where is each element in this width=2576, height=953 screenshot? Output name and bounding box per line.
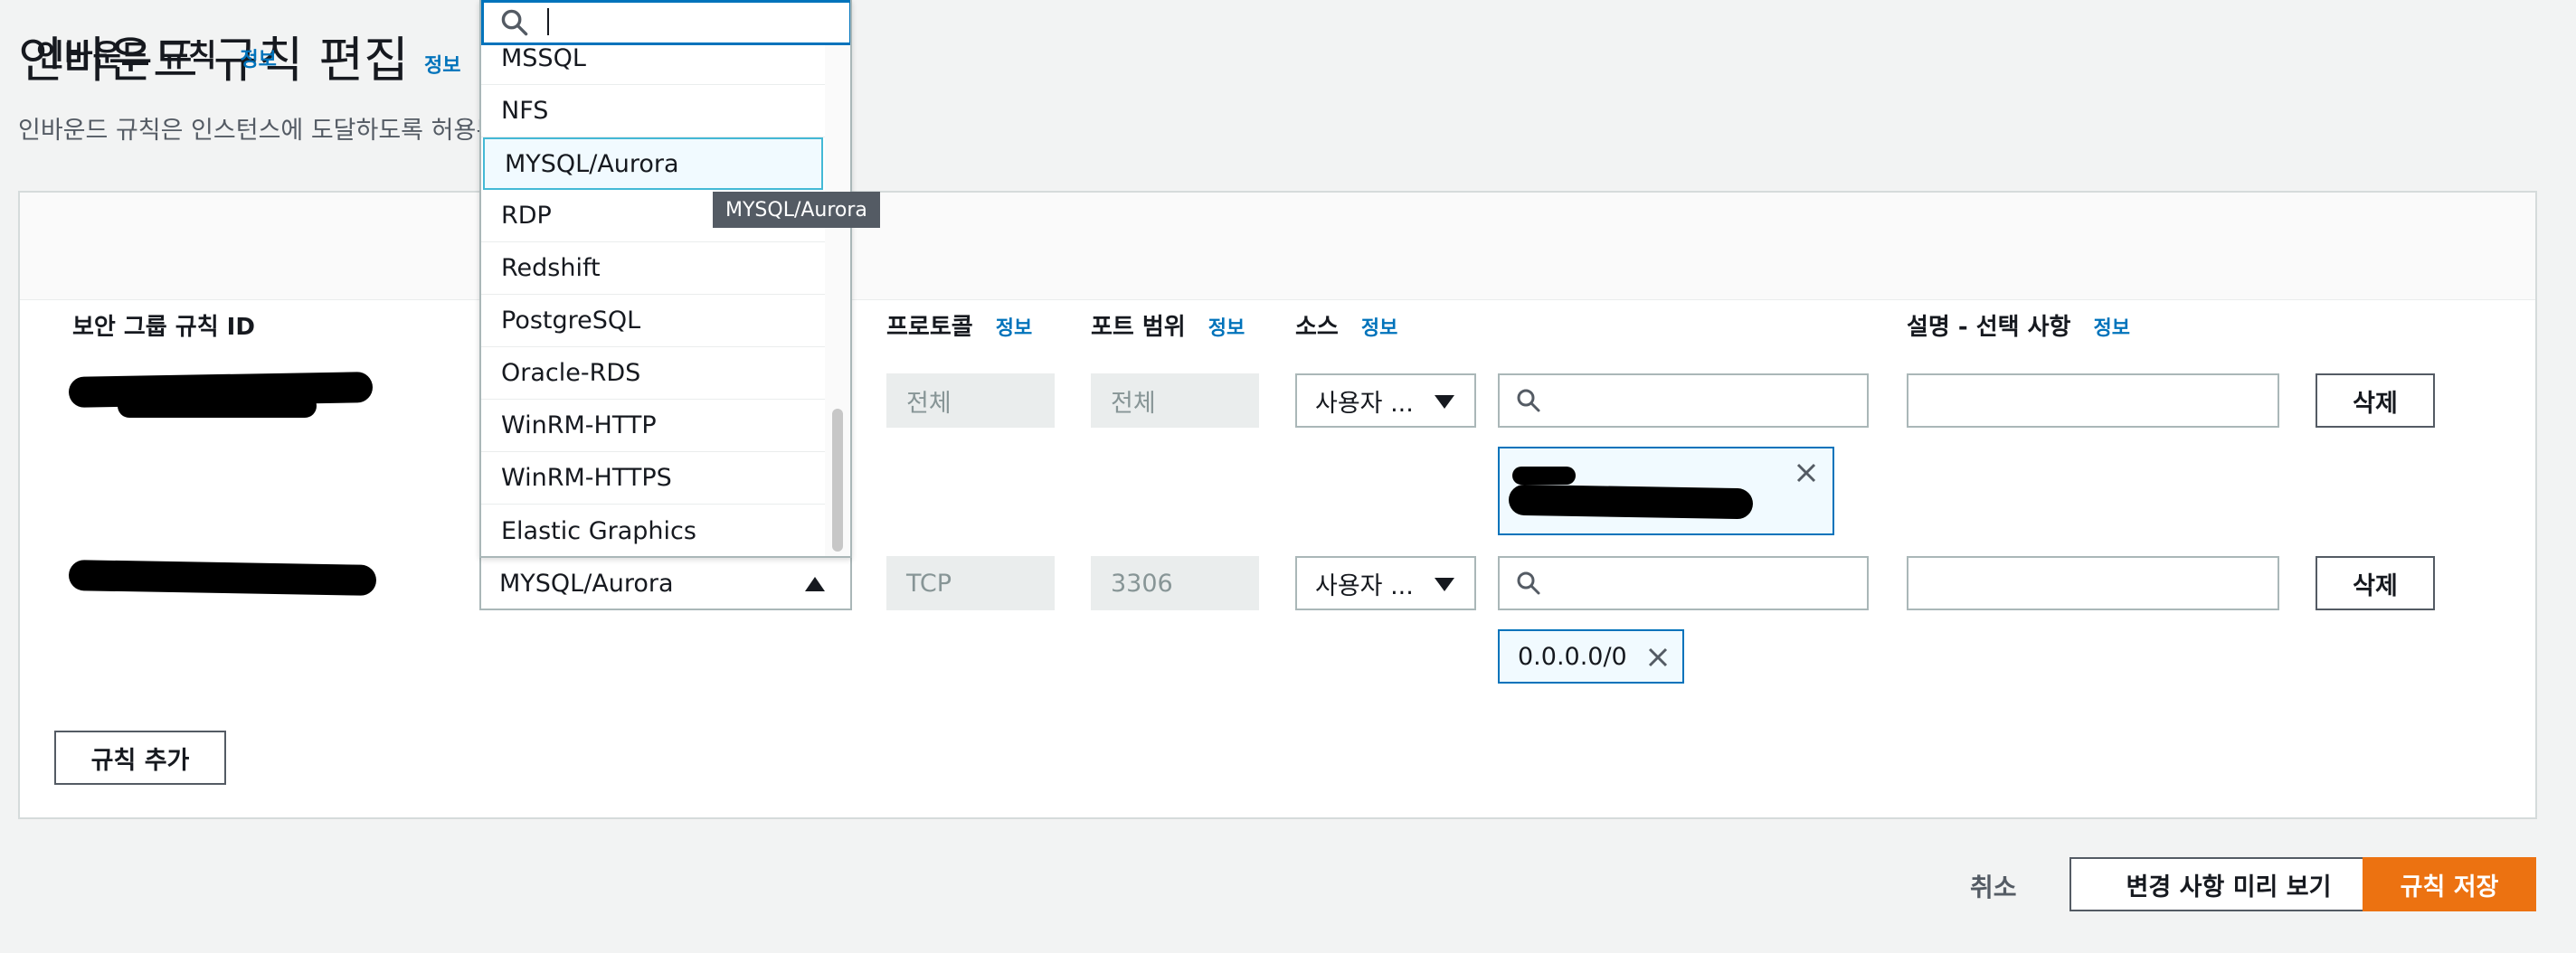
chevron-down-icon bbox=[1435, 395, 1454, 409]
description-input[interactable] bbox=[1907, 373, 2279, 428]
panel-title: 인바운드 규칙 정보 bbox=[36, 38, 277, 74]
source-search-input[interactable] bbox=[1498, 556, 1869, 610]
type-select[interactable]: MYSQL/Aurora bbox=[479, 556, 852, 610]
text-cursor bbox=[547, 8, 549, 35]
redacted-rule-id bbox=[118, 394, 317, 418]
dropdown-option-oracle-rds[interactable]: Oracle-RDS bbox=[481, 347, 825, 400]
dropdown-option-postgresql[interactable]: PostgreSQL bbox=[481, 295, 825, 347]
column-port-range: 포트 범위 정보 bbox=[1091, 314, 1245, 341]
page-title-info-link[interactable]: 정보 bbox=[424, 54, 460, 77]
column-protocol: 프로토콜 정보 bbox=[886, 314, 1033, 341]
dropdown-scrollbar-thumb[interactable] bbox=[832, 409, 843, 552]
dropdown-option-winrm-https[interactable]: WinRM-HTTPS bbox=[481, 452, 825, 505]
dropdown-option-mssql[interactable]: MSSQL bbox=[481, 33, 825, 85]
redacted-token bbox=[1508, 484, 1754, 520]
protocol-field: TCP bbox=[886, 556, 1055, 610]
page-description: 인바운드 규칙은 인스턴스에 도달하도록 허용된 bbox=[18, 117, 499, 145]
dropdown-option-winrm-http[interactable]: WinRM-HTTP bbox=[481, 400, 825, 452]
preview-changes-button[interactable]: 변경 사항 미리 보기 bbox=[2069, 857, 2388, 911]
close-icon[interactable] bbox=[1646, 646, 1670, 669]
source-token: 0.0.0.0/0 bbox=[1498, 629, 1684, 684]
description-input[interactable] bbox=[1907, 556, 2279, 610]
protocol-field: 전체 bbox=[886, 373, 1055, 428]
search-icon bbox=[1517, 571, 1540, 595]
type-dropdown-menu: MSSQL NFS MYSQL/Aurora RDP Redshift Post… bbox=[479, 0, 852, 558]
redacted-token bbox=[1512, 467, 1576, 485]
save-rules-button[interactable]: 규칙 저장 bbox=[2363, 857, 2536, 911]
source-search-input[interactable] bbox=[1498, 373, 1869, 428]
column-description: 설명 - 선택 사항 정보 bbox=[1907, 314, 2131, 341]
chevron-down-icon bbox=[1435, 578, 1454, 591]
option-tooltip: MYSQL/Aurora bbox=[713, 192, 880, 228]
source-type-select[interactable]: 사용자 ... bbox=[1295, 556, 1476, 610]
close-icon[interactable] bbox=[1795, 461, 1818, 485]
column-rule-id: 보안 그룹 규칙 ID bbox=[72, 314, 255, 341]
inbound-rules-panel bbox=[18, 191, 2537, 819]
port-range-field: 전체 bbox=[1091, 373, 1259, 428]
delete-rule-button[interactable]: 삭제 bbox=[2316, 373, 2435, 428]
search-icon bbox=[1517, 389, 1540, 412]
delete-rule-button[interactable]: 삭제 bbox=[2316, 556, 2435, 610]
protocol-info-link[interactable]: 정보 bbox=[996, 317, 1032, 340]
description-info-link[interactable]: 정보 bbox=[2094, 317, 2130, 340]
dropdown-option-nfs[interactable]: NFS bbox=[481, 85, 825, 137]
dropdown-option-mysql-aurora[interactable]: MYSQL/Aurora bbox=[483, 137, 823, 190]
port-range-field: 3306 bbox=[1091, 556, 1259, 610]
dropdown-option-elastic-graphics[interactable]: Elastic Graphics bbox=[481, 505, 825, 556]
chevron-up-icon bbox=[805, 577, 825, 591]
source-type-select[interactable]: 사용자 ... bbox=[1295, 373, 1476, 428]
source-token-label: 0.0.0.0/0 bbox=[1518, 642, 1627, 671]
redacted-rule-id bbox=[68, 560, 377, 596]
port-range-info-link[interactable]: 정보 bbox=[1208, 317, 1245, 340]
panel-header bbox=[20, 193, 2535, 300]
dropdown-option-redshift[interactable]: Redshift bbox=[481, 242, 825, 295]
panel-info-link[interactable]: 정보 bbox=[240, 49, 276, 71]
source-token bbox=[1498, 447, 1834, 535]
source-info-link[interactable]: 정보 bbox=[1361, 317, 1397, 340]
add-rule-button[interactable]: 규칙 추가 bbox=[54, 731, 226, 785]
column-source: 소스 정보 bbox=[1295, 314, 1398, 341]
cancel-button[interactable]: 취소 bbox=[1970, 868, 2017, 904]
